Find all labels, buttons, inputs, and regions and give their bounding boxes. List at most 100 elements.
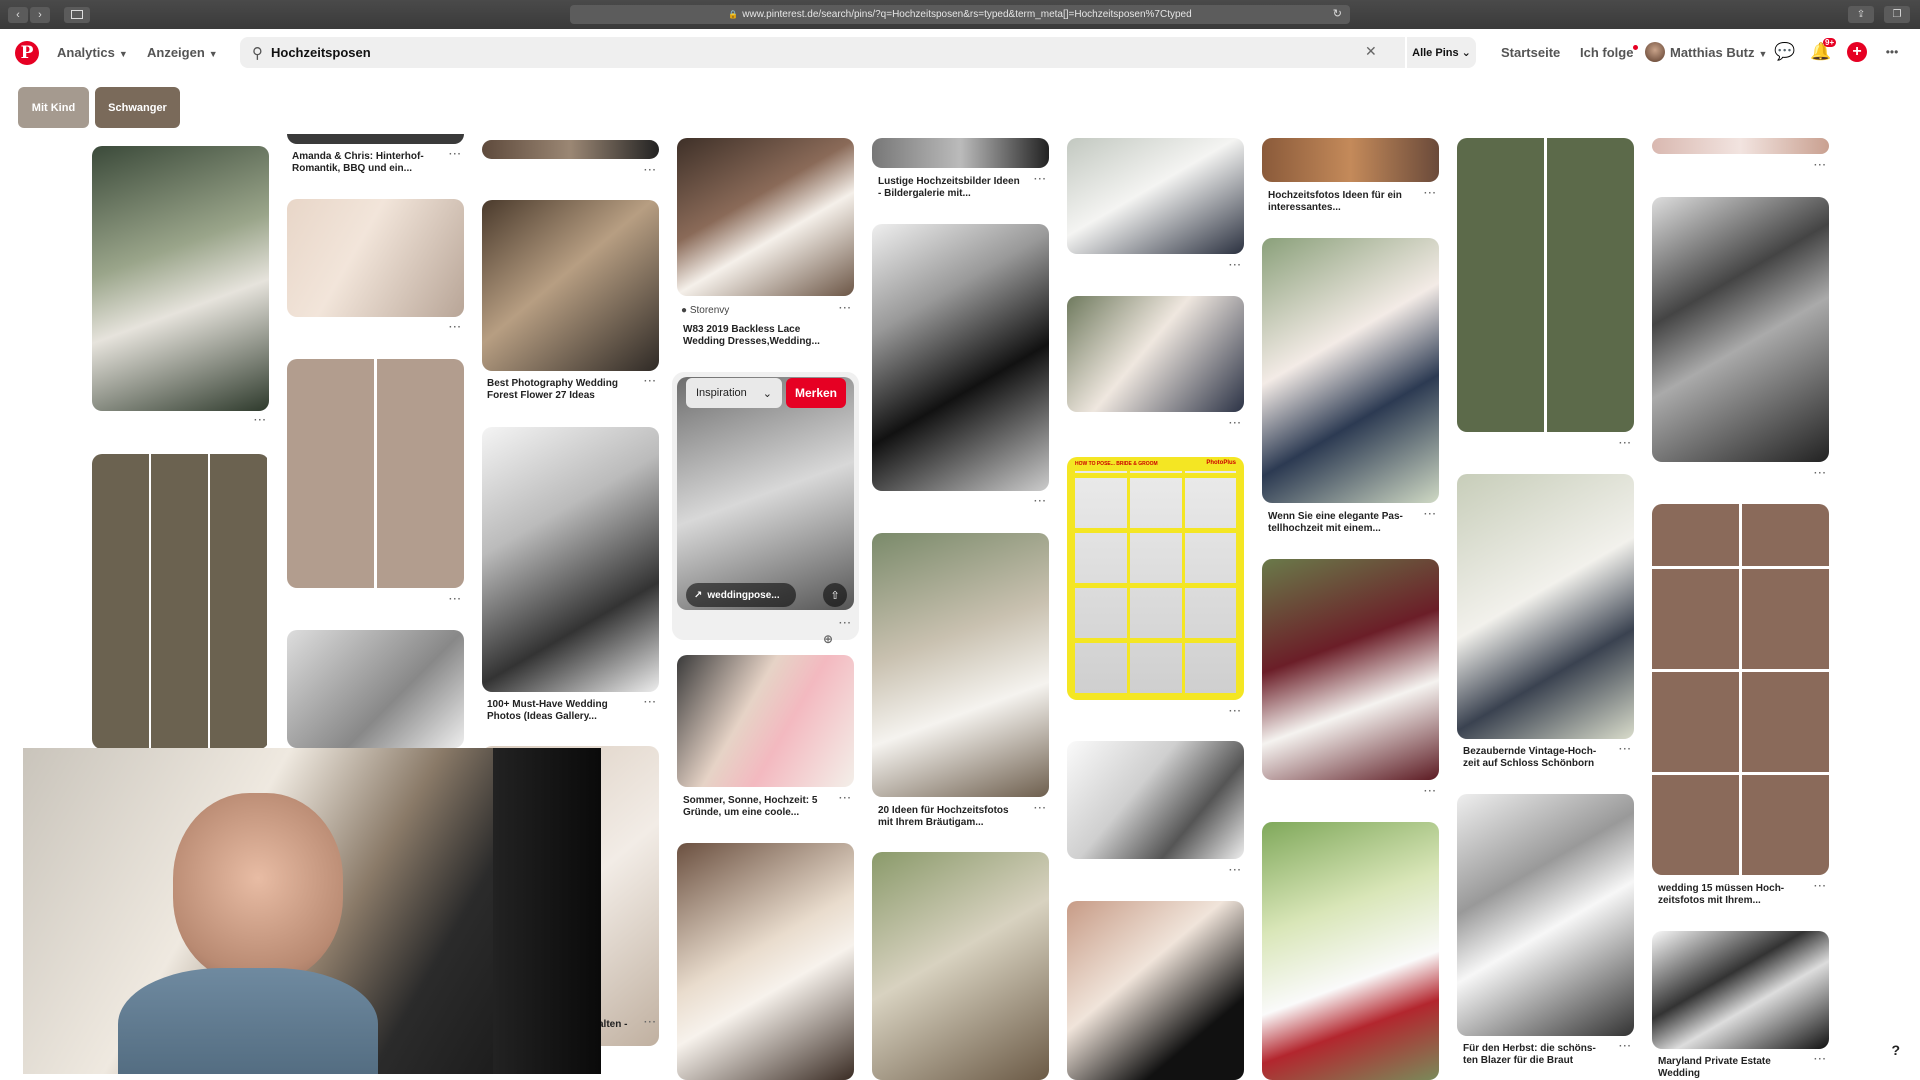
share-icon[interactable]: ⇧	[823, 583, 847, 607]
pin-more-icon[interactable]: ···	[1424, 786, 1437, 797]
following-link[interactable]: Ich folge	[1580, 45, 1639, 60]
pin-image[interactable]	[1067, 138, 1244, 254]
create-plus-icon[interactable]: +	[1847, 42, 1867, 62]
pin-image[interactable]	[287, 630, 464, 748]
tabs-overview-icon[interactable]: ❐	[1884, 6, 1910, 23]
pin-image[interactable]	[1067, 296, 1244, 412]
pin-image[interactable]	[1457, 138, 1634, 432]
pin-title[interactable]: Best Photography Wedding Forest Flower 27…	[487, 378, 618, 402]
pin-more-icon[interactable]: ···	[1034, 496, 1047, 507]
pin-image[interactable]	[482, 200, 659, 371]
zoom-icon[interactable]: ⊕	[823, 632, 834, 646]
board-select-dropdown[interactable]: Inspiration ⌄	[686, 378, 782, 408]
pin-title[interactable]: Maryland Private Estate Wedding	[1658, 1056, 1771, 1080]
pin-title[interactable]: 20 Ideen für Hochzeitsfotos mit Ihrem Brä…	[878, 805, 1009, 829]
pin-image[interactable]	[872, 852, 1049, 1080]
pin-more-icon[interactable]: ···	[839, 618, 852, 629]
pin-image[interactable]	[872, 533, 1049, 797]
url-bar[interactable]: 🔒 www.pinterest.de/search/pins/?q=Hochze…	[570, 5, 1350, 24]
pin-more-icon[interactable]: ···	[1814, 160, 1827, 171]
pin-title[interactable]: Amanda & Chris: Hinterhof- Romantik, BBQ …	[292, 151, 424, 175]
source-link[interactable]: ↗ weddingpose...	[686, 583, 796, 607]
pin-image[interactable]	[287, 134, 464, 144]
user-menu[interactable]: Matthias Butz ▼	[1670, 45, 1767, 60]
pin-title[interactable]: Bezaubernde Vintage-Hoch-zeit auf Schlos…	[1463, 746, 1596, 770]
poster-image[interactable]: HOW TO POSE... BRIDE & GROOM PhotoPlus	[1067, 457, 1244, 700]
pin-more-icon[interactable]: ···	[644, 697, 657, 708]
pin-more-icon[interactable]: ···	[1619, 744, 1632, 755]
pin-more-icon[interactable]: ···	[1229, 418, 1242, 429]
pin-image[interactable]	[677, 843, 854, 1080]
pin-image[interactable]	[1262, 238, 1439, 503]
pinterest-logo-icon[interactable]: P	[15, 41, 39, 65]
pin-more-icon[interactable]: ···	[1229, 706, 1242, 717]
pin-image[interactable]	[92, 454, 269, 749]
pin-title[interactable]: Hochzeitsfotos Ideen für ein interessante…	[1268, 190, 1402, 214]
pin-more-icon[interactable]: ···	[839, 793, 852, 804]
pin-more-icon[interactable]: ···	[1229, 865, 1242, 876]
pin-title[interactable]: W83 2019 Backless Lace Wedding Dresses,We…	[683, 324, 820, 348]
chip-mit-kind[interactable]: Mit Kind	[18, 87, 89, 128]
pin-image[interactable]	[1262, 138, 1439, 182]
pin-more-icon[interactable]: ···	[254, 415, 267, 426]
pin-image[interactable]	[1652, 197, 1829, 462]
pin-more-icon[interactable]: ···	[1814, 1054, 1827, 1065]
pin-image[interactable]	[1457, 474, 1634, 739]
pin-image[interactable]	[287, 359, 464, 588]
pin-image[interactable]	[92, 146, 269, 411]
clear-search-icon[interactable]: ✕	[1365, 43, 1377, 60]
ads-menu[interactable]: Anzeigen ▼	[147, 45, 218, 60]
pin-more-icon[interactable]: ···	[1424, 509, 1437, 520]
reload-icon[interactable]: ↻	[1333, 7, 1342, 20]
messages-icon[interactable]: 💬	[1774, 42, 1795, 62]
pin-image[interactable]	[1457, 794, 1634, 1036]
pin-title[interactable]: wedding 15 müssen Hoch-zeitsfotos mit Ih…	[1658, 883, 1784, 907]
home-link[interactable]: Startseite	[1501, 45, 1560, 60]
analytics-menu[interactable]: Analytics ▼	[57, 45, 128, 60]
pin-title[interactable]: Wenn Sie eine elegante Pas-tellhochzeit …	[1268, 511, 1403, 535]
search-input[interactable]	[271, 45, 1321, 60]
pin-image[interactable]	[1262, 822, 1439, 1080]
pin-more-icon[interactable]: ···	[449, 594, 462, 605]
pin-image[interactable]	[482, 427, 659, 692]
pin-image[interactable]	[1652, 931, 1829, 1049]
pin-more-icon[interactable]: ···	[839, 303, 852, 314]
pin-more-icon[interactable]: ···	[449, 149, 462, 160]
pin-image[interactable]	[677, 655, 854, 787]
pin-more-icon[interactable]: ···	[644, 1017, 657, 1028]
avatar[interactable]	[1645, 42, 1665, 62]
pin-more-icon[interactable]: ···	[1619, 1041, 1632, 1052]
pin-more-icon[interactable]: ···	[644, 376, 657, 387]
pin-image[interactable]	[677, 377, 854, 610]
pin-more-icon[interactable]: ···	[1424, 188, 1437, 199]
pin-image[interactable]	[872, 224, 1049, 491]
pin-more-icon[interactable]: ···	[1034, 803, 1047, 814]
sidebar-toggle-icon[interactable]	[64, 6, 90, 23]
pin-image[interactable]	[1262, 559, 1439, 780]
pin-title[interactable]: 100+ Must-Have Wedding Photos (Ideas Gall…	[487, 699, 608, 723]
pin-title[interactable]: Lustige Hochzeitsbilder Ideen - Bildergal…	[878, 176, 1020, 200]
search-scope-dropdown[interactable]: Alle Pins ⌄	[1405, 37, 1476, 68]
pin-image[interactable]	[1652, 504, 1829, 875]
pin-title[interactable]: Sommer, Sonne, Hochzeit: 5 Gründe, um ein…	[683, 795, 817, 819]
pin-more-icon[interactable]: ···	[1814, 468, 1827, 479]
pin-more-icon[interactable]: ···	[1229, 260, 1242, 271]
pin-image[interactable]	[677, 138, 854, 296]
pin-image[interactable]	[482, 140, 659, 159]
pin-title[interactable]: alten -	[598, 1019, 627, 1031]
forward-icon[interactable]: ›	[30, 6, 50, 23]
save-button[interactable]: Merken	[786, 378, 846, 408]
back-icon[interactable]: ‹	[8, 6, 28, 23]
chip-schwanger[interactable]: Schwanger	[95, 87, 180, 128]
pin-more-icon[interactable]: ···	[449, 322, 462, 333]
pin-image[interactable]	[1067, 901, 1244, 1080]
pin-image[interactable]	[1652, 138, 1829, 154]
share-page-icon[interactable]: ⇪	[1848, 6, 1874, 23]
pin-more-icon[interactable]: ···	[1034, 174, 1047, 185]
pin-image[interactable]	[872, 138, 1049, 168]
help-button[interactable]: ?	[1891, 1042, 1900, 1058]
pin-more-icon[interactable]: ···	[1619, 438, 1632, 449]
pin-more-icon[interactable]: ···	[1814, 881, 1827, 892]
pin-more-icon[interactable]: ···	[644, 165, 657, 176]
pin-title[interactable]: Für den Herbst: die schöns-ten Blazer fü…	[1463, 1043, 1596, 1067]
